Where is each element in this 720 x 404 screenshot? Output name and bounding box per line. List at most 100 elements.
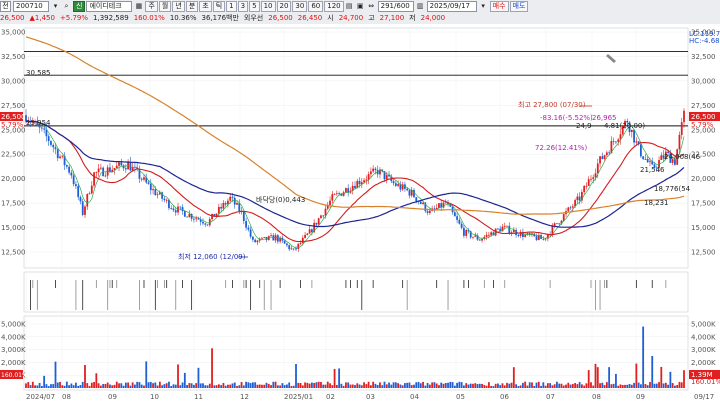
volume-bar xyxy=(36,385,39,388)
volume-bar xyxy=(528,382,531,388)
indicator-panel[interactable] xyxy=(23,271,689,313)
candle-body xyxy=(43,128,46,130)
volume-bar xyxy=(428,384,431,388)
candle-body xyxy=(211,213,213,220)
candle-body xyxy=(678,134,681,150)
volume-bar xyxy=(310,382,313,388)
date-tick: 09/17 xyxy=(694,393,714,401)
candle-body xyxy=(630,129,633,132)
buy-button[interactable]: 매수 xyxy=(489,1,509,12)
candle-body xyxy=(506,225,508,227)
volume-bar xyxy=(358,384,361,388)
candle-body xyxy=(465,230,468,236)
volume-bar xyxy=(487,382,490,388)
candle-body xyxy=(474,235,477,237)
volume-bar xyxy=(544,385,547,388)
volume-bar xyxy=(193,384,195,388)
volume-bar xyxy=(533,385,536,388)
interval-3-button[interactable]: 3 xyxy=(237,1,249,12)
date-field[interactable]: 2025/09/17 xyxy=(426,1,477,12)
candle-body xyxy=(363,180,365,183)
volume-bar xyxy=(272,381,275,388)
search-icon[interactable]: ⌕ xyxy=(62,2,71,11)
period-year-button[interactable]: 년 xyxy=(172,1,185,12)
volume-bar xyxy=(127,382,130,388)
candle-body xyxy=(322,215,325,217)
stock-name-field[interactable]: 에이디테크 xyxy=(86,1,133,12)
candle-body xyxy=(143,177,145,180)
period-tick-button[interactable]: 틱 xyxy=(212,1,226,12)
menu-icon[interactable]: 전 xyxy=(0,1,11,12)
volume-bar xyxy=(251,382,254,388)
current-price-tag-text: 26,500 xyxy=(691,113,716,121)
candle-body xyxy=(88,193,91,195)
candle-body xyxy=(612,140,615,142)
volume-bar xyxy=(569,384,572,388)
volume-bar xyxy=(208,383,211,388)
scroll-icon[interactable]: ⇔ xyxy=(367,2,376,11)
period-month-button[interactable]: 월 xyxy=(158,1,172,12)
candle-body xyxy=(569,207,572,209)
candle-body xyxy=(52,144,55,148)
volume-bar xyxy=(671,383,674,388)
interval-1-button[interactable]: 1 xyxy=(226,1,237,12)
volume-bar xyxy=(106,382,109,388)
period-second-button[interactable]: 초 xyxy=(199,1,212,12)
sell-button[interactable]: 매도 xyxy=(509,1,529,12)
volume-bar xyxy=(29,385,32,388)
interval-30-button[interactable]: 30 xyxy=(292,1,308,12)
interval-60-button[interactable]: 60 xyxy=(308,1,324,12)
date-chevron-icon[interactable]: ▾ xyxy=(479,2,488,11)
price-tick-right: 20,000 xyxy=(691,175,716,183)
stock-chart[interactable]: 35,00032,50030,00027,50025,00022,50020,0… xyxy=(0,24,720,404)
volume-bar xyxy=(594,363,597,388)
candle-body xyxy=(578,196,581,201)
volume-bar xyxy=(365,384,368,388)
period-week-button[interactable]: 주 xyxy=(145,1,158,12)
price-panel[interactable] xyxy=(23,27,689,269)
volume-bar xyxy=(286,384,288,388)
volume-bar xyxy=(578,382,581,388)
candle-body xyxy=(453,212,456,217)
candle-body xyxy=(50,141,52,145)
interval-120-button[interactable]: 120 xyxy=(324,1,344,12)
candle-body xyxy=(485,234,488,237)
volume-bar xyxy=(447,382,449,388)
data-count-field[interactable]: 291/600 xyxy=(377,1,414,12)
volume-bar xyxy=(242,385,245,388)
candle-body xyxy=(179,206,182,208)
candle-body xyxy=(544,238,547,240)
volume-bar xyxy=(95,373,98,388)
volume-bar xyxy=(258,384,261,388)
candle-type-icon[interactable]: ▤ xyxy=(345,2,354,11)
interval-5-button[interactable]: 5 xyxy=(249,1,260,12)
settings-icon[interactable]: ▦ xyxy=(134,2,143,11)
candle-body xyxy=(68,166,71,173)
interval-20-button[interactable]: 20 xyxy=(276,1,292,12)
chevron-down-icon[interactable]: ▾ xyxy=(51,2,60,11)
volume-bar xyxy=(540,385,542,388)
stock-code-input[interactable]: 200710 xyxy=(13,1,49,12)
volume-bar xyxy=(585,383,588,388)
period-minute-button[interactable]: 분 xyxy=(185,1,199,12)
foreign-label: 외우선 xyxy=(243,13,264,22)
interval-10-button[interactable]: 10 xyxy=(260,1,276,12)
price-tick-right: 17,500 xyxy=(691,200,716,208)
volume-bar xyxy=(247,382,250,388)
candle-body xyxy=(77,186,80,198)
high-label: 고 xyxy=(368,13,375,22)
volume-bar xyxy=(109,384,111,388)
volume-bar xyxy=(642,326,645,388)
candle-body xyxy=(683,110,685,123)
candle-body xyxy=(497,228,499,230)
volume-bar xyxy=(363,382,365,388)
date-tick: 12 xyxy=(240,393,249,401)
date-tick: 09 xyxy=(108,393,117,401)
volume-bar xyxy=(283,385,286,388)
volume-bar xyxy=(265,382,268,388)
candle-body xyxy=(590,178,592,180)
candle-body xyxy=(397,184,400,186)
left-low-label: 25,954 xyxy=(26,119,51,127)
lock-icon[interactable]: ▣ xyxy=(356,2,365,11)
calendar-icon[interactable]: ▥ xyxy=(416,2,425,11)
